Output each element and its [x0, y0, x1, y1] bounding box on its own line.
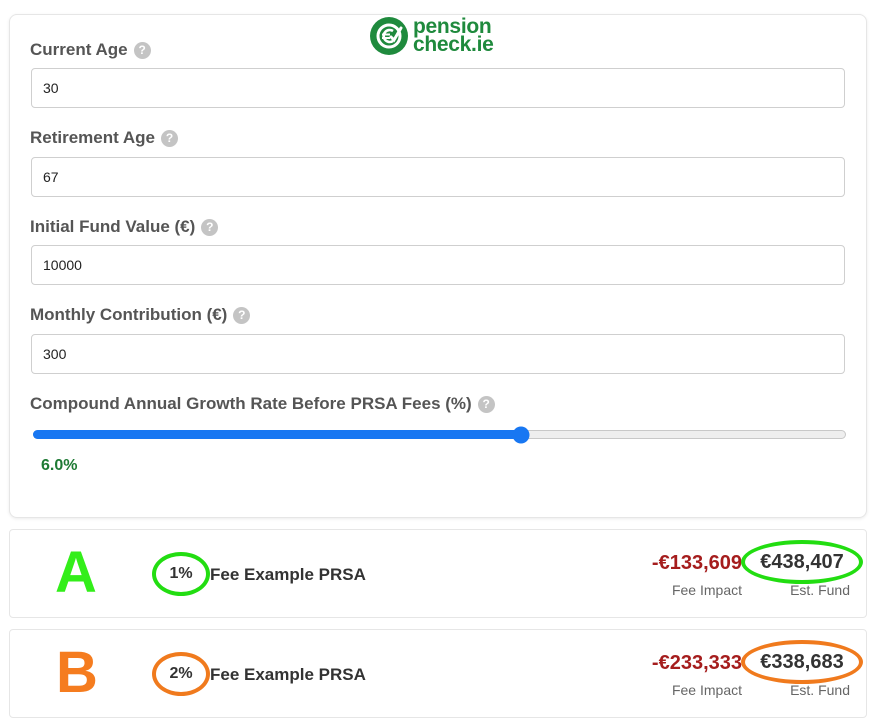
slider-thumb[interactable] — [512, 426, 530, 443]
plan-name: Fee Example PRSA — [210, 665, 366, 684]
monthly-contribution-input[interactable] — [31, 334, 845, 374]
retirement-age-label-text: Retirement Age — [30, 128, 156, 147]
fee-impact-label: Fee Impact — [671, 582, 742, 598]
monthly-contribution-label: Monthly Contribution (€) ? — [30, 305, 251, 325]
help-icon[interactable]: ? — [201, 218, 219, 236]
fee-impact-label: Fee Impact — [671, 682, 742, 698]
est-fund-value: €338,683 — [741, 640, 863, 684]
growth-rate-value: 6.0% — [41, 457, 78, 474]
fee-percent: 1% — [152, 552, 210, 596]
initial-fund-input[interactable] — [31, 245, 845, 285]
help-icon[interactable]: ? — [161, 129, 179, 147]
current-age-label: Current Age ? — [30, 40, 151, 60]
logo-text: pension check.ie — [413, 16, 494, 56]
initial-fund-label-text: Initial Fund Value (€) — [30, 217, 196, 236]
plan-name: Fee Example PRSA — [210, 565, 366, 584]
retirement-age-input[interactable] — [31, 157, 845, 197]
retirement-age-label: Retirement Age ? — [30, 128, 179, 148]
fee-impact-value: -€233,333 — [651, 652, 742, 674]
growth-rate-slider[interactable] — [33, 426, 846, 443]
growth-rate-label-text: Compound Annual Growth Rate Before PRSA … — [30, 394, 472, 413]
initial-fund-label: Initial Fund Value (€) ? — [30, 217, 219, 237]
est-fund-value: €438,407 — [741, 540, 863, 584]
est-fund-label: Est. Fund — [790, 682, 850, 698]
fee-impact-value: -€133,609 — [651, 552, 742, 574]
logo-line2: check.ie — [413, 33, 494, 56]
current-age-input[interactable] — [31, 68, 845, 108]
growth-rate-label: Compound Annual Growth Rate Before PRSA … — [30, 394, 495, 414]
slider-fill — [33, 430, 520, 439]
monthly-contribution-label-text: Monthly Contribution (€) — [30, 305, 228, 324]
help-icon[interactable]: ? — [477, 395, 495, 413]
pensioncheck-logo[interactable]: pension check.ie — [370, 16, 494, 56]
euro-check-icon — [370, 17, 408, 55]
result-letter: A — [55, 540, 97, 605]
fee-percent: 2% — [152, 652, 210, 696]
current-age-label-text: Current Age — [30, 40, 128, 59]
est-fund-label: Est. Fund — [790, 582, 850, 598]
result-row-a: A 1% Fee Example PRSA -€133,609 Fee Impa… — [9, 529, 867, 618]
result-letter: B — [56, 640, 98, 705]
help-icon[interactable]: ? — [133, 41, 151, 59]
help-icon[interactable]: ? — [233, 306, 251, 324]
result-row-b: B 2% Fee Example PRSA -€233,333 Fee Impa… — [9, 629, 867, 718]
